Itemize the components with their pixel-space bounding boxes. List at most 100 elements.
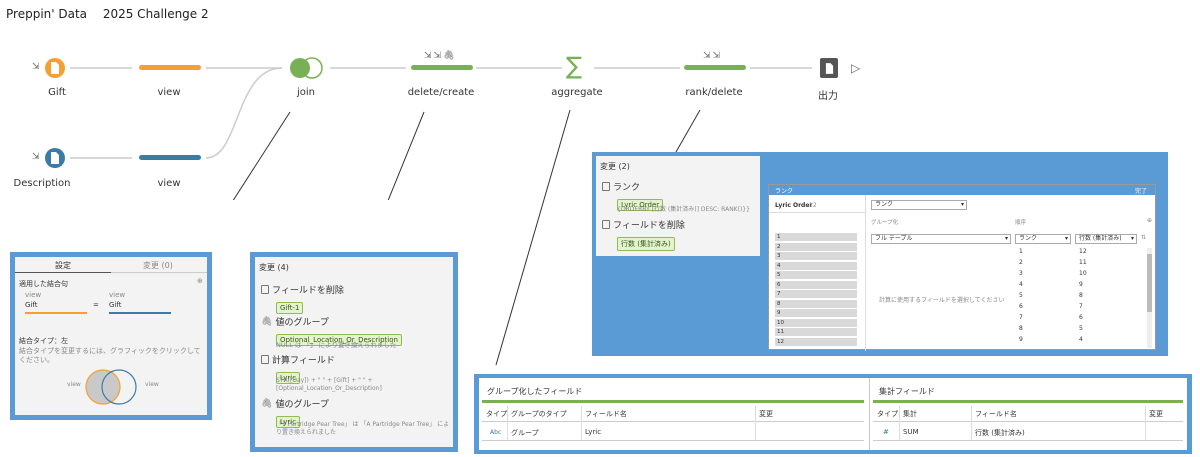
equals-sign: = bbox=[93, 301, 99, 309]
venn-diagram[interactable] bbox=[79, 367, 143, 407]
rank-editor-title: ランク bbox=[775, 188, 794, 195]
rank-cell: 3 bbox=[1019, 270, 1023, 277]
join-label: join bbox=[296, 87, 316, 98]
rank-value-row[interactable]: 12 bbox=[775, 337, 857, 346]
rank-delete-label: rank/delete bbox=[685, 87, 743, 98]
delete-create-step[interactable] bbox=[411, 65, 473, 70]
rank-value-row[interactable]: 7 bbox=[775, 290, 857, 298]
view1-step[interactable] bbox=[139, 65, 201, 70]
run-play-icon[interactable]: ▷ bbox=[851, 61, 860, 75]
file-icon bbox=[51, 62, 59, 74]
rank-cell: 9 bbox=[1019, 336, 1023, 343]
description-label: Description bbox=[13, 178, 71, 189]
string-type-icon: Abc bbox=[490, 429, 502, 436]
field-count: 12 bbox=[809, 202, 817, 209]
join-node-icon[interactable] bbox=[289, 56, 325, 80]
chevron-down-icon: ▾ bbox=[960, 201, 964, 208]
join-field-left[interactable]: Gift bbox=[25, 301, 37, 309]
join-type-label: 結合タイプ：左 bbox=[19, 337, 68, 345]
change-icons: ⇲⇲🖇 bbox=[424, 51, 457, 61]
venn-left-label: view bbox=[67, 381, 81, 388]
rank-cell: 5 bbox=[1019, 292, 1023, 299]
rank-value-row[interactable]: 10 bbox=[775, 318, 857, 327]
rank-panel: 変更 (2) ランク Lyric Order {ORDERBY [行数 (集計済… bbox=[592, 152, 1168, 356]
count-cell: 8 bbox=[1079, 292, 1083, 299]
rank-value-row[interactable]: 9 bbox=[775, 309, 857, 317]
rank-icon bbox=[602, 182, 610, 191]
count-cell: 10 bbox=[1079, 270, 1087, 277]
changes-header: 変更 (4) bbox=[259, 263, 289, 272]
change-desc: NULL は 「」 により置き換えられました bbox=[276, 341, 397, 349]
field-name: Lyric Order bbox=[775, 202, 813, 209]
view2-step[interactable] bbox=[139, 155, 201, 160]
aggregate-panel: グループ化したフィールド タイプ グループのタイプ フィールド名 変更 Abc … bbox=[474, 374, 1192, 454]
col-header: 変更 bbox=[1149, 410, 1163, 418]
col-header: 変更 bbox=[759, 410, 773, 418]
rank-change-item-2[interactable]: フィールドを削除 bbox=[602, 218, 685, 231]
change-desc: STR([Day]) + " " + [Gift] + " " + [Optio… bbox=[276, 377, 382, 392]
output-node[interactable] bbox=[820, 58, 838, 78]
order-type-select[interactable]: ランク ▾ bbox=[1015, 234, 1071, 244]
count-cell: 9 bbox=[1079, 281, 1083, 288]
remove-field-icon bbox=[602, 220, 610, 229]
order-label: 順序 bbox=[1015, 220, 1027, 226]
rank-value-row[interactable]: 6 bbox=[775, 280, 857, 289]
join-field-right[interactable]: Gift bbox=[109, 301, 121, 309]
rank-cell: 2 bbox=[1019, 259, 1023, 266]
calc-field-icon bbox=[261, 355, 269, 364]
change-badge: 行数 (集計済み) bbox=[617, 237, 675, 251]
change-icons: ⇲⇲ bbox=[703, 51, 723, 61]
rank-value-row[interactable]: 1 bbox=[775, 233, 857, 241]
input-step-icon: ⇲ bbox=[32, 152, 40, 162]
sort-icon[interactable]: ⇅ bbox=[1141, 234, 1146, 241]
count-cell: 7 bbox=[1079, 303, 1083, 310]
col-header: タイプ bbox=[486, 410, 507, 418]
rank-value-row[interactable]: 2 bbox=[775, 242, 857, 251]
done-button[interactable]: 完了 bbox=[1135, 186, 1147, 195]
count-cell: 11 bbox=[1079, 259, 1087, 266]
view2-label: view bbox=[157, 178, 181, 189]
rank-cell: 4 bbox=[1019, 281, 1023, 288]
aggregation-cell[interactable]: SUM bbox=[903, 428, 919, 436]
rank-type-select[interactable]: ランク ▾ bbox=[871, 200, 967, 210]
add-icon[interactable]: ⊕ bbox=[1147, 217, 1152, 224]
file-icon bbox=[825, 62, 833, 74]
group-type-cell: グループ bbox=[511, 429, 539, 437]
field-name-cell[interactable]: Lyric bbox=[585, 428, 601, 436]
tab-settings[interactable]: 設定 bbox=[55, 260, 71, 271]
aggregate-label: aggregate bbox=[551, 87, 603, 98]
field-name-cell[interactable]: 行数 (集計済み) bbox=[975, 428, 1025, 438]
col-header: グループのタイプ bbox=[511, 410, 567, 418]
add-icon[interactable]: ⊕ bbox=[197, 277, 203, 285]
delete-create-label: delete/create bbox=[407, 87, 475, 98]
rank-changes-header: 変更 (2) bbox=[600, 162, 630, 171]
count-cell: 6 bbox=[1079, 314, 1083, 321]
rank-value-list: 1 2 3 4 5 6 7 8 9 10 11 12 bbox=[775, 233, 857, 347]
chevron-down-icon: ▾ bbox=[1064, 235, 1068, 242]
rank-delete-step[interactable] bbox=[684, 65, 746, 70]
rank-value-row[interactable]: 11 bbox=[775, 328, 857, 336]
count-cell: 5 bbox=[1079, 325, 1083, 332]
rank-value-row[interactable]: 8 bbox=[775, 299, 857, 308]
order-field-select[interactable]: 行数 (集計済み) ▾ bbox=[1075, 234, 1137, 244]
col-header: フィールド名 bbox=[585, 410, 627, 418]
group-by-select[interactable]: フル テーブル ▾ bbox=[871, 234, 1011, 244]
gift-input-node[interactable] bbox=[45, 58, 65, 78]
change-desc: 「1 Partridge Pear Tree」 は 「A Partridge P… bbox=[276, 421, 450, 436]
rank-value-row[interactable]: 3 bbox=[775, 252, 857, 260]
rank-value-row[interactable]: 4 bbox=[775, 261, 857, 270]
view1-label: view bbox=[157, 87, 181, 98]
venn-right-label: view bbox=[145, 381, 159, 388]
output-label: 出力 bbox=[818, 91, 838, 102]
aggregate-sigma-icon[interactable]: ∑ bbox=[566, 52, 582, 80]
gift-label: Gift bbox=[48, 87, 66, 98]
applied-join-clause: 適用した結合句 bbox=[19, 280, 68, 288]
rank-cell: 6 bbox=[1019, 303, 1023, 310]
tab-changes[interactable]: 変更 (0) bbox=[143, 260, 173, 271]
number-type-icon: # bbox=[883, 428, 889, 436]
rank-value-row[interactable]: 5 bbox=[775, 271, 857, 279]
scrollbar[interactable] bbox=[1147, 248, 1152, 348]
input-step-icon: ⇲ bbox=[32, 62, 40, 72]
chevron-down-icon: ▾ bbox=[1130, 235, 1134, 242]
description-input-node[interactable] bbox=[45, 148, 65, 168]
